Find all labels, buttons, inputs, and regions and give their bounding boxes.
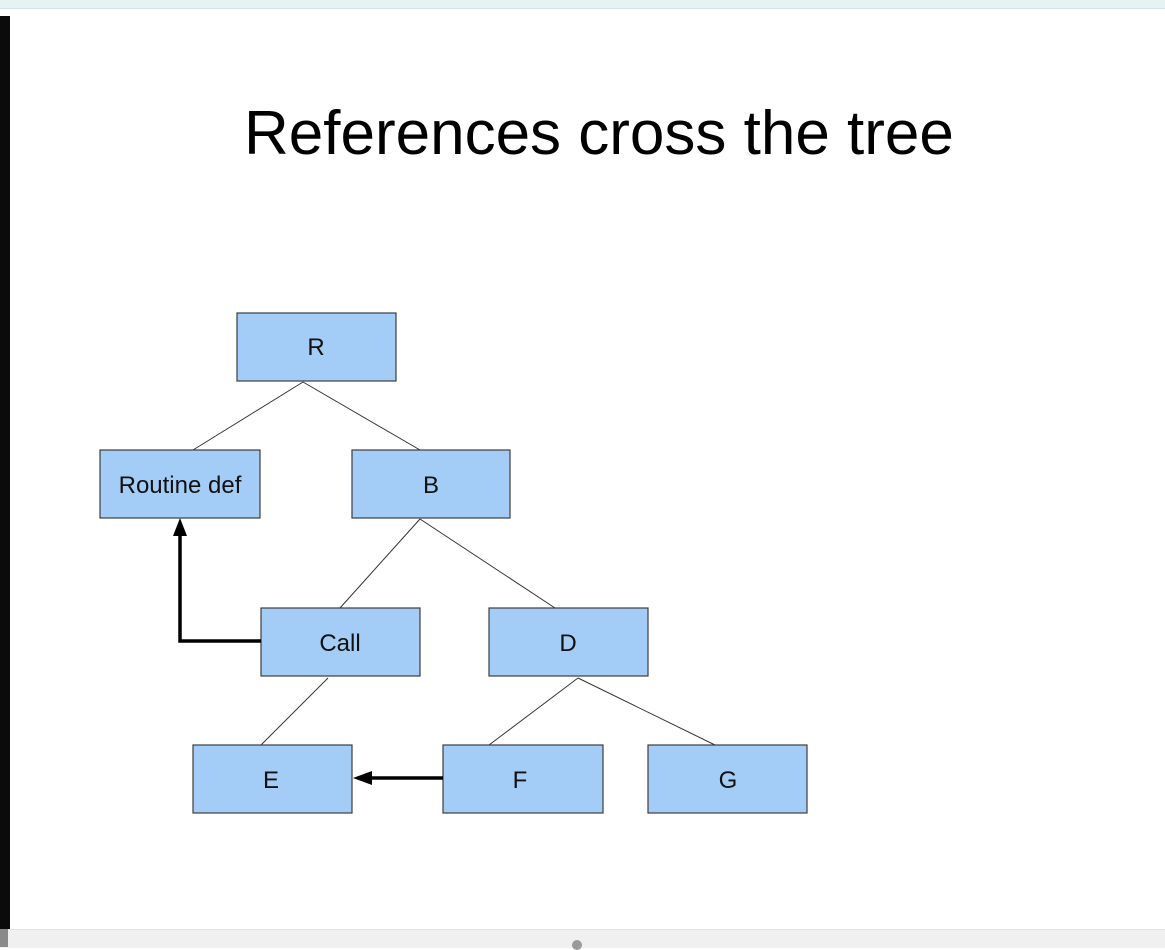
edge-d-g: [577, 677, 716, 746]
edge-r-routine-def: [192, 381, 304, 451]
bottom-left-mark: [0, 929, 8, 947]
node-r: R: [236, 312, 397, 382]
scrub-handle[interactable]: [572, 940, 582, 950]
node-e-label: E: [263, 767, 279, 794]
node-g-label: G: [719, 767, 738, 794]
node-d: D: [488, 607, 649, 677]
node-g: G: [647, 744, 808, 814]
reference-arrow-call-to-routine-def: [173, 518, 261, 643]
node-routine-def: Routine def: [99, 449, 261, 519]
edge-b-call: [339, 518, 421, 609]
arrow-head-up: [173, 518, 187, 536]
node-call-label: Call: [319, 630, 360, 657]
node-r-label: R: [307, 334, 324, 361]
node-routine-def-label: Routine def: [119, 472, 242, 499]
node-e: E: [192, 744, 353, 814]
reference-arrow-f-to-e: [353, 771, 443, 785]
node-call: Call: [260, 607, 421, 677]
edge-b-d: [419, 518, 556, 609]
node-b-label: B: [423, 472, 439, 499]
node-d-label: D: [559, 630, 576, 657]
arrow-head-left: [353, 771, 372, 785]
node-b: B: [351, 449, 511, 519]
tree-diagram: R Routine def B Call D E F G: [99, 312, 808, 814]
player-bottom-bar: [0, 929, 1165, 948]
edge-r-b: [302, 381, 421, 451]
edge-call-e: [260, 677, 329, 746]
node-f-label: F: [513, 767, 528, 794]
node-f: F: [442, 744, 604, 814]
edge-d-f: [488, 677, 579, 746]
